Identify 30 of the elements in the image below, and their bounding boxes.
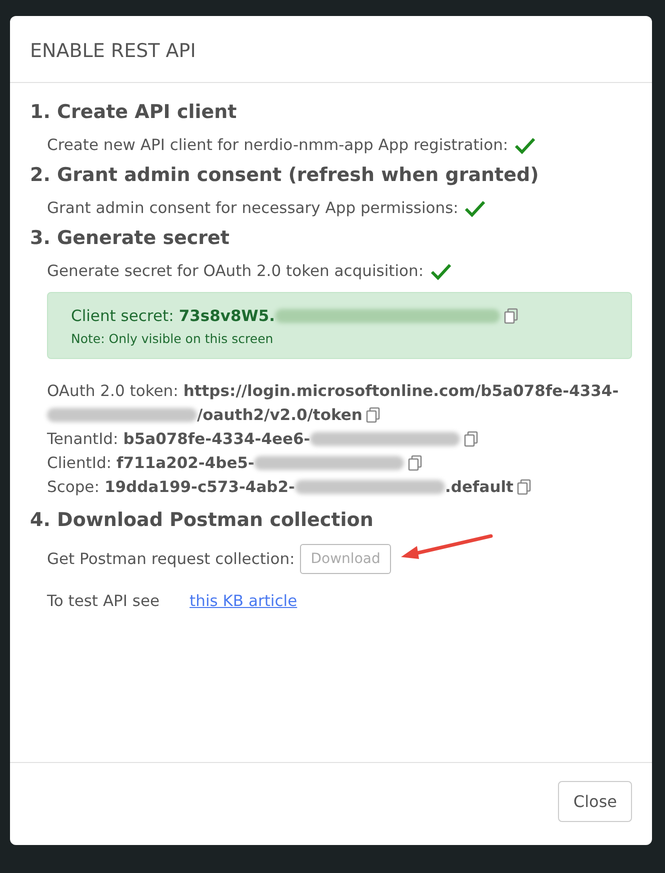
copy-icon[interactable] xyxy=(517,479,532,495)
kb-article-link[interactable]: this KB article xyxy=(190,592,298,610)
dialog-title: ENABLE REST API xyxy=(30,40,197,62)
step-heading: 1. Create API client xyxy=(30,101,238,123)
copy-icon[interactable] xyxy=(366,407,380,423)
value-text: f711a202-4be5- xyxy=(116,453,254,474)
detail-label: Scope: xyxy=(47,477,100,498)
detail-label: ClientId: xyxy=(47,453,112,474)
step-text: Generate secret for OAuth 2.0 token acquisition: xyxy=(47,262,424,280)
secret-label: Client secret: xyxy=(71,307,174,325)
step-text: Get Postman request collection: xyxy=(47,550,295,568)
kb-text: To test API see xyxy=(47,592,160,610)
value-text: 19dda199-c573-4ab2- xyxy=(104,477,295,498)
value-text: b5a078fe-4334-4ee6- xyxy=(123,429,310,450)
copy-icon[interactable] xyxy=(408,455,422,471)
value-text: /oauth2/v2.0/token xyxy=(197,405,362,426)
value-text: .default xyxy=(445,477,514,498)
secret-note: Note: Only visible on this screen xyxy=(71,331,274,346)
step-heading: 3. Generate secret xyxy=(30,227,231,249)
value-text: https://login.microsoftonline.com/b5a078fe-4334- xyxy=(183,381,619,402)
copy-icon[interactable] xyxy=(504,308,518,324)
close-button[interactable]: Close xyxy=(558,781,632,822)
detail-label: OAuth 2.0 token: xyxy=(47,381,178,402)
step-heading: 4. Download Postman collection xyxy=(30,509,374,531)
copy-icon[interactable] xyxy=(464,431,478,447)
step-text: Grant admin consent for necessary App permissions: xyxy=(47,199,458,217)
step-heading: 2. Grant admin consent (refresh when granted) xyxy=(30,164,540,186)
step-text: Create new API client for nerdio-nmm-app App registration: xyxy=(47,136,508,154)
value-text: 73s8v8W5. xyxy=(178,307,276,325)
detail-label: TenantId: xyxy=(47,429,118,450)
